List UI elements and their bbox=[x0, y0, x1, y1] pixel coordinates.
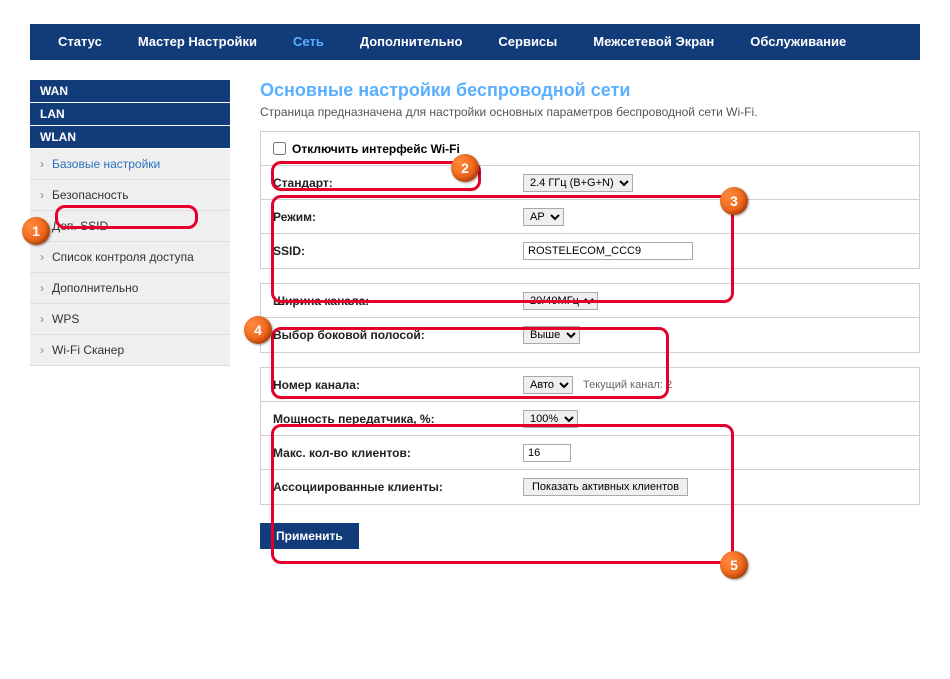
sidebar-item-scan[interactable]: Wi-Fi Сканер bbox=[30, 335, 230, 366]
nav-network[interactable]: Сеть bbox=[275, 24, 342, 60]
txpower-select[interactable]: 100% bbox=[523, 410, 578, 428]
nav-status[interactable]: Статус bbox=[40, 24, 120, 60]
sidebar-head-wlan[interactable]: WLAN bbox=[30, 126, 230, 149]
chnum-label: Номер канала: bbox=[261, 370, 513, 400]
top-nav: Статус Мастер Настройки Сеть Дополнитель… bbox=[30, 24, 920, 60]
mode-label: Режим: bbox=[261, 202, 513, 232]
assoc-label: Ассоциированные клиенты: bbox=[261, 472, 513, 502]
sidebar-item-wps[interactable]: WPS bbox=[30, 304, 230, 335]
nav-firewall[interactable]: Межсетевой Экран bbox=[575, 24, 732, 60]
sidebar-head-wan[interactable]: WAN bbox=[30, 80, 230, 103]
standard-select[interactable]: 2.4 ГГц (B+G+N) bbox=[523, 174, 633, 192]
apply-button[interactable]: Применить bbox=[260, 523, 359, 549]
chnum-current: Текущий канал: 2 bbox=[583, 379, 672, 391]
chnum-select[interactable]: Авто bbox=[523, 376, 573, 394]
page-desc: Страница предназначена для настройки осн… bbox=[260, 105, 920, 119]
disable-wifi-text: Отключить интерфейс Wi-Fi bbox=[292, 142, 460, 156]
panel-basic: Отключить интерфейс Wi-Fi Стандарт: 2.4 … bbox=[260, 131, 920, 269]
maxclients-input[interactable] bbox=[523, 444, 571, 462]
nav-wizard[interactable]: Мастер Настройки bbox=[120, 24, 275, 60]
nav-services[interactable]: Сервисы bbox=[480, 24, 575, 60]
panel-channel: Ширина канала: 20/40МГц Выбор боковой по… bbox=[260, 283, 920, 353]
page-title: Основные настройки беспроводной сети bbox=[260, 80, 920, 101]
maxclients-label: Макс. кол-во клиентов: bbox=[261, 438, 513, 468]
nav-advanced[interactable]: Дополнительно bbox=[342, 24, 481, 60]
ssid-label: SSID: bbox=[261, 236, 513, 266]
panel-radio: Номер канала: Авто Текущий канал: 2 Мощн… bbox=[260, 367, 920, 505]
sidebar-item-acl[interactable]: Список контроля доступа bbox=[30, 242, 230, 273]
ssid-input[interactable] bbox=[523, 242, 693, 260]
main-content: Основные настройки беспроводной сети Стр… bbox=[260, 80, 920, 549]
sidebar: WAN LAN WLAN Базовые настройки Безопасно… bbox=[30, 80, 230, 549]
chw-select[interactable]: 20/40МГц bbox=[523, 292, 598, 310]
chw-label: Ширина канала: bbox=[261, 286, 513, 316]
sidebar-item-adv[interactable]: Дополнительно bbox=[30, 273, 230, 304]
sideband-select[interactable]: Выше bbox=[523, 326, 580, 344]
sideband-label: Выбор боковой полосой: bbox=[261, 320, 513, 350]
nav-maintenance[interactable]: Обслуживание bbox=[732, 24, 864, 60]
txpower-label: Мощность передатчика, %: bbox=[261, 404, 513, 434]
disable-wifi-label[interactable]: Отключить интерфейс Wi-Fi bbox=[273, 142, 460, 156]
badge-5: 5 bbox=[720, 551, 748, 579]
sidebar-item-security[interactable]: Безопасность bbox=[30, 180, 230, 211]
sidebar-item-basic[interactable]: Базовые настройки bbox=[30, 149, 230, 180]
mode-select[interactable]: AP bbox=[523, 208, 564, 226]
assoc-button[interactable]: Показать активных клиентов bbox=[523, 478, 688, 496]
disable-wifi-checkbox[interactable] bbox=[273, 142, 286, 155]
sidebar-item-mssid[interactable]: Доп. SSID bbox=[30, 211, 230, 242]
sidebar-head-lan[interactable]: LAN bbox=[30, 103, 230, 126]
standard-label: Стандарт: bbox=[261, 168, 513, 198]
